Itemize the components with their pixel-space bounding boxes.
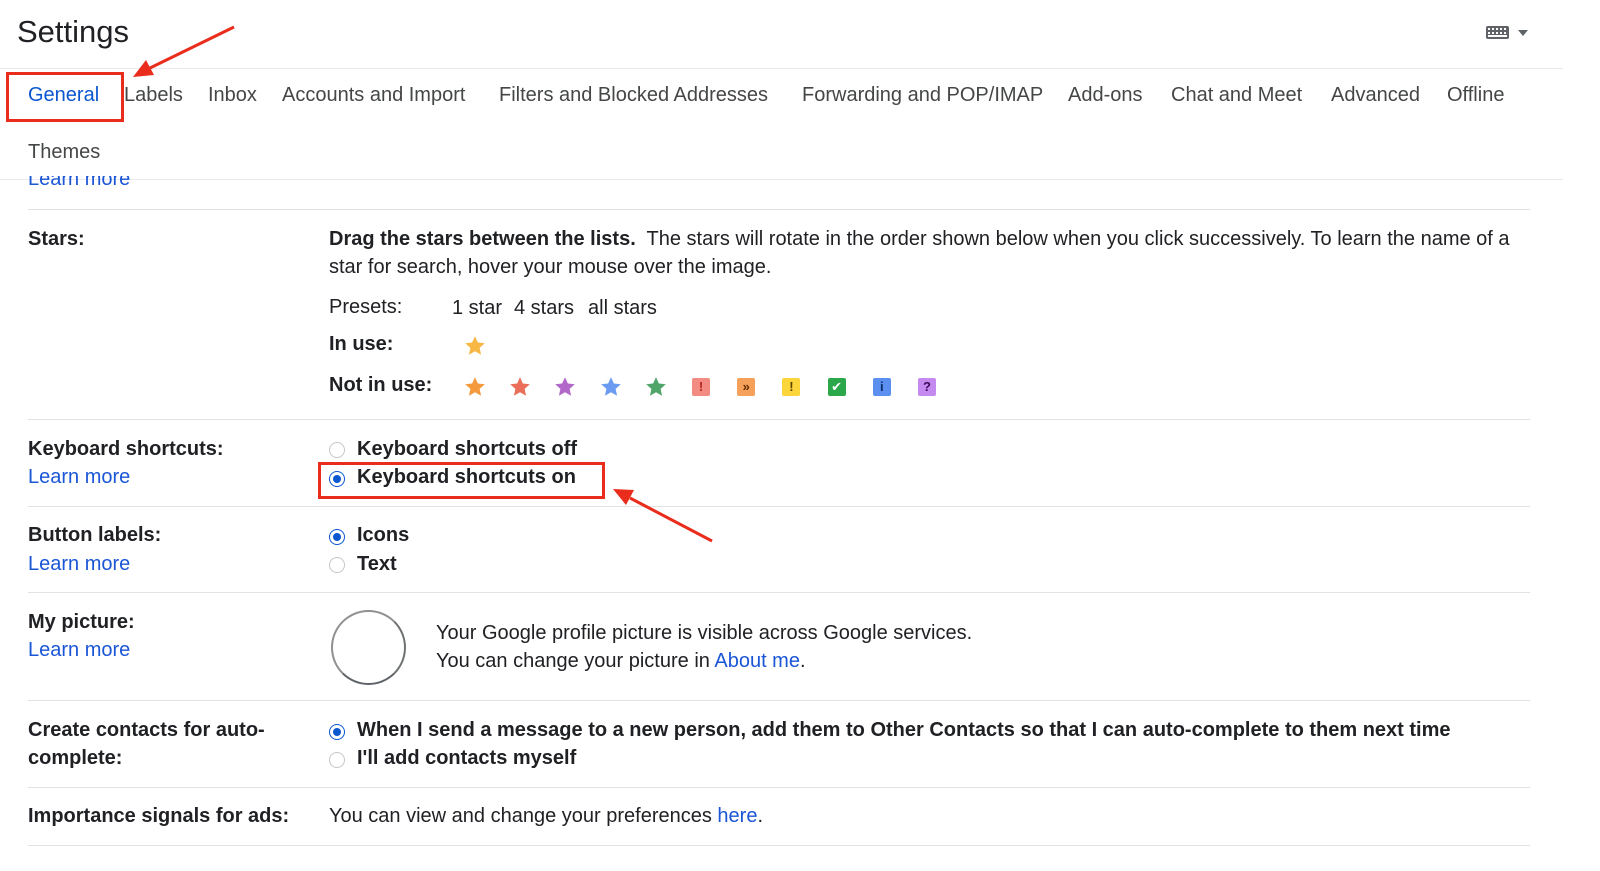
- importance-signals-text: You can view and change your preferences…: [329, 805, 763, 828]
- row-divider: [28, 592, 1530, 593]
- about-me-link[interactable]: About me: [714, 650, 800, 672]
- create-contacts-auto-label[interactable]: When I send a message to a new person, a…: [357, 719, 1451, 742]
- tab-inbox[interactable]: Inbox: [208, 84, 257, 107]
- stars-description-bold: Drag the stars between the lists.: [329, 228, 636, 250]
- stars-description-line1: Drag the stars between the lists. The st…: [329, 228, 1510, 251]
- active-tab-indicator: [17, 119, 113, 122]
- green-check-icon[interactable]: ✔: [827, 378, 846, 396]
- row-divider: [28, 700, 1530, 701]
- stars-description-text: The stars will rotate in the order shown…: [646, 228, 1510, 250]
- avatar: [331, 610, 406, 685]
- learn-more-link-clipped-text: Learn more: [28, 176, 131, 189]
- keyboard-shortcuts-on-radio[interactable]: [329, 471, 345, 487]
- row-divider: [28, 209, 1530, 210]
- presets-label: Presets:: [329, 296, 403, 318]
- row-divider: [28, 787, 1530, 788]
- create-contacts-auto-radio[interactable]: [329, 724, 345, 740]
- importance-signals-suffix: .: [757, 805, 764, 827]
- input-tools-toggle[interactable]: [1486, 26, 1528, 39]
- red-bang-icon[interactable]: !: [692, 378, 710, 396]
- annotation-arrow-to-shortcuts-on: [613, 489, 713, 543]
- create-contacts-manual-label[interactable]: I'll add contacts myself: [357, 747, 576, 770]
- importance-signals-label: Importance signals for ads:: [28, 805, 290, 827]
- tab-offline[interactable]: Offline: [1447, 84, 1504, 107]
- tab-advanced[interactable]: Advanced: [1331, 84, 1420, 107]
- keyboard-shortcuts-learn-more-link[interactable]: Learn more: [28, 466, 130, 489]
- preset-1-star-link[interactable]: 1 star: [452, 297, 502, 320]
- purple-question-icon[interactable]: ?: [918, 378, 936, 396]
- stars-description-line2: star for search, hover your mouse over t…: [329, 256, 772, 278]
- keyboard-shortcuts-off-radio[interactable]: [329, 442, 345, 458]
- yellow-star-icon[interactable]: [463, 334, 487, 358]
- green-star-icon[interactable]: [644, 375, 668, 399]
- create-contacts-label-line1: Create contacts for auto-: [28, 719, 265, 741]
- row-divider: [28, 845, 1530, 846]
- button-labels-icons-radio[interactable]: [329, 529, 345, 545]
- preset-all-stars-link[interactable]: all stars: [588, 297, 657, 320]
- tab-themes[interactable]: Themes: [28, 141, 100, 164]
- tab-chat-and-meet[interactable]: Chat and Meet: [1171, 84, 1302, 107]
- my-picture-line2-prefix: You can change your picture in: [436, 650, 710, 672]
- my-picture-learn-more-link[interactable]: Learn more: [28, 639, 130, 662]
- button-labels-text-radio[interactable]: [329, 557, 345, 573]
- stars-label: Stars:: [28, 228, 85, 250]
- importance-signals-here-link[interactable]: here: [717, 805, 757, 827]
- blue-info-icon[interactable]: i: [872, 378, 891, 396]
- annotation-arrow-to-general-tab: [133, 25, 235, 77]
- tabs-divider: [0, 179, 1563, 180]
- in-use-label: In use:: [329, 333, 394, 355]
- keyboard-shortcuts-on-label[interactable]: Keyboard shortcuts on: [357, 466, 576, 489]
- button-labels-text-label[interactable]: Text: [357, 553, 397, 576]
- button-labels-icons-label[interactable]: Icons: [357, 524, 409, 547]
- tab-add-ons[interactable]: Add-ons: [1068, 84, 1143, 107]
- purple-star-icon[interactable]: [553, 375, 577, 399]
- page-title: Settings: [17, 14, 130, 49]
- tab-forwarding-and-pop-imap[interactable]: Forwarding and POP/IMAP: [802, 84, 1043, 107]
- my-picture-label: My picture:: [28, 611, 135, 633]
- my-picture-line2-suffix: .: [799, 650, 806, 672]
- yellow-bang-icon[interactable]: !: [782, 378, 801, 396]
- not-in-use-label: Not in use:: [329, 374, 433, 396]
- row-divider: [28, 419, 1530, 420]
- importance-signals-prefix: You can view and change your preferences: [329, 805, 712, 827]
- keyboard-shortcuts-off-label[interactable]: Keyboard shortcuts off: [357, 438, 577, 461]
- tab-accounts-and-import[interactable]: Accounts and Import: [282, 84, 465, 107]
- my-picture-description-line2: You can change your picture in About me.: [436, 650, 806, 673]
- preset-4-stars-link[interactable]: 4 stars: [514, 297, 574, 320]
- create-contacts-manual-radio[interactable]: [329, 752, 345, 768]
- blue-star-icon[interactable]: [599, 375, 623, 399]
- learn-more-link-clipped[interactable]: Learn more: [28, 176, 130, 189]
- chevron-down-icon: [1518, 29, 1528, 36]
- keyboard-icon: [1486, 26, 1509, 39]
- keyboard-shortcuts-label: Keyboard shortcuts:: [28, 438, 224, 460]
- orange-star-icon[interactable]: [463, 375, 487, 399]
- tab-labels[interactable]: Labels: [124, 84, 183, 107]
- header-divider: [0, 68, 1563, 69]
- create-contacts-label-line2: complete:: [28, 747, 123, 769]
- red-star-icon[interactable]: [508, 375, 532, 399]
- my-picture-description-line1: Your Google profile picture is visible a…: [436, 622, 973, 644]
- tab-general[interactable]: General: [28, 84, 99, 107]
- row-divider: [28, 506, 1530, 507]
- tab-filters-and-blocked-addresses[interactable]: Filters and Blocked Addresses: [499, 84, 768, 107]
- button-labels-learn-more-link[interactable]: Learn more: [28, 553, 130, 576]
- orange-guillemet-icon[interactable]: »: [737, 378, 756, 396]
- button-labels-label: Button labels:: [28, 524, 162, 546]
